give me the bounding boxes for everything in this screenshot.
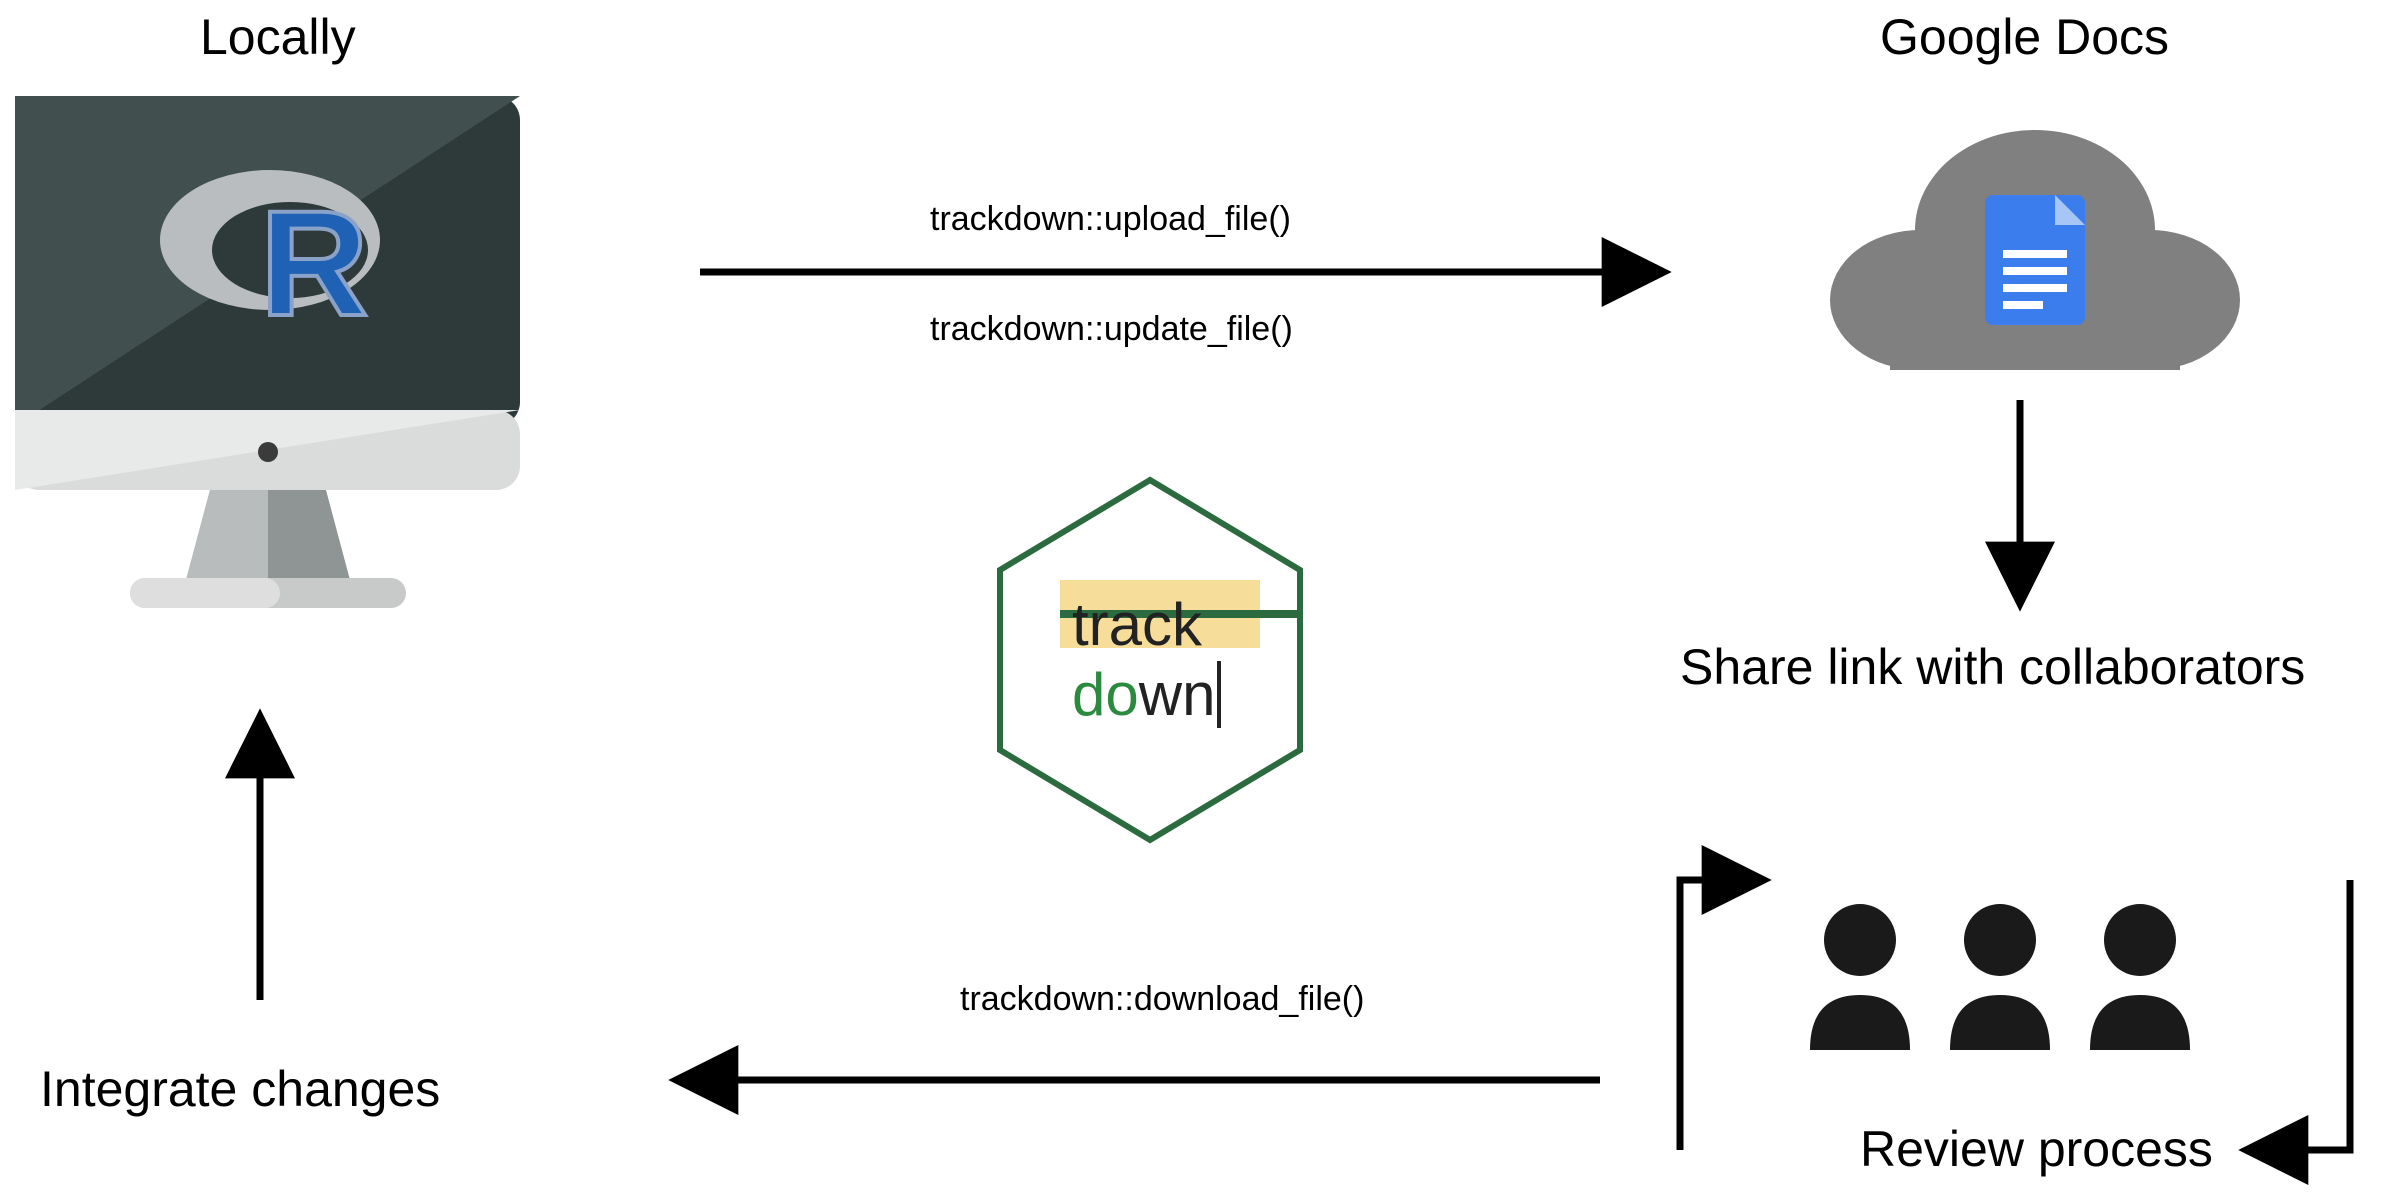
arrow-review-left: [1680, 880, 1760, 1150]
arrow-review-right: [2250, 880, 2350, 1150]
diagram-canvas: Locally Google Docs Share link with coll…: [0, 0, 2400, 1199]
arrows: [0, 0, 2400, 1199]
